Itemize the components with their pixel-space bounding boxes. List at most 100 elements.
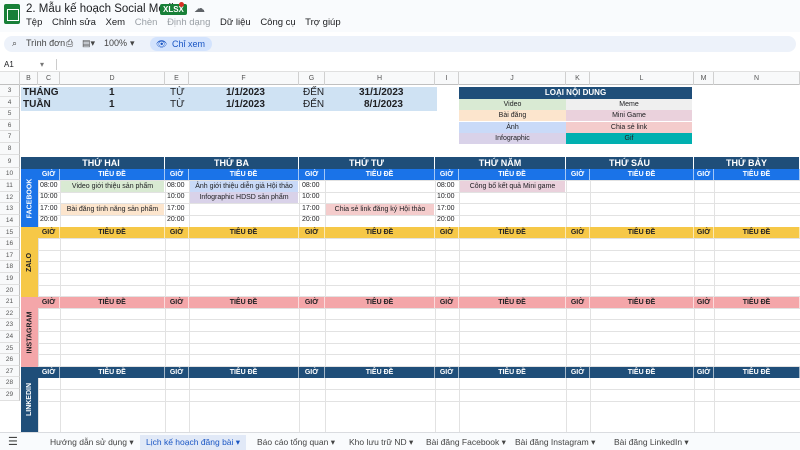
row-header[interactable]: 18: [0, 261, 20, 273]
row-header[interactable]: 7: [0, 131, 20, 143]
column-header[interactable]: E: [165, 72, 189, 85]
zoom-select[interactable]: 100%: [104, 38, 127, 48]
print-icon[interactable]: ⎙: [66, 38, 73, 49]
sheet-tab[interactable]: Bài đăng Instagram ▾: [515, 435, 595, 450]
menu-tools[interactable]: Công cụ: [260, 17, 295, 28]
row-header[interactable]: 28: [0, 377, 20, 389]
row-header[interactable]: 27: [0, 366, 20, 377]
fb-tue-time-3[interactable]: 17:00: [167, 204, 185, 214]
menu-help[interactable]: Trợ giúp: [305, 17, 340, 28]
fb-thu-time-1[interactable]: 08:00: [437, 181, 455, 191]
fb-tue-title-2[interactable]: Infographic HDSD sản phẩm: [190, 192, 298, 203]
menu-data[interactable]: Dữ liệu: [220, 17, 251, 28]
row-header[interactable]: 29: [0, 389, 20, 401]
row-header[interactable]: 24: [0, 331, 20, 343]
fb-thu-time-2[interactable]: 10:00: [437, 192, 455, 202]
fb-wed-title-3[interactable]: Chia sẻ link đăng ký Hội thảo: [326, 204, 434, 215]
column-header[interactable]: L: [590, 72, 694, 85]
menu-view[interactable]: Xem: [106, 17, 126, 28]
fb-wed-time-4[interactable]: 20:00: [302, 215, 320, 225]
time-column-header: GIỜ: [435, 367, 459, 378]
row-header[interactable]: 15: [0, 227, 20, 238]
row-header[interactable]: 9: [0, 155, 20, 168]
document-title[interactable]: 2. Mẫu kế hoạch Social Media: [26, 3, 180, 15]
column-header[interactable]: I: [435, 72, 459, 85]
fb-thu-time-4[interactable]: 20:00: [437, 215, 455, 225]
sheet-tab[interactable]: Bài đăng Facebook ▾: [426, 435, 506, 450]
row-header[interactable]: 23: [0, 319, 20, 331]
cloud-status-icon[interactable]: ☁: [194, 2, 205, 15]
fb-mon-time-3[interactable]: 17:00: [40, 204, 58, 214]
fb-mon-title-3[interactable]: Bài đăng tính năng sản phẩm: [61, 204, 164, 215]
column-header[interactable]: H: [325, 72, 435, 85]
fb-tue-time-4[interactable]: 20:00: [167, 215, 185, 225]
column-header[interactable]: G: [299, 72, 325, 85]
all-sheets-icon[interactable]: ☰: [8, 435, 18, 450]
fb-tue-time-2[interactable]: 10:00: [167, 192, 185, 202]
row-header[interactable]: 19: [0, 273, 20, 285]
row-header[interactable]: 10: [0, 168, 20, 180]
grid-line: [38, 308, 800, 309]
view-only-button[interactable]: 👁 Chỉ xem: [150, 37, 212, 51]
fb-thu-time-3[interactable]: 17:00: [437, 204, 455, 214]
row-header[interactable]: 3: [0, 85, 20, 97]
row-header[interactable]: 11: [0, 180, 20, 192]
time-column-header: GIỜ: [694, 297, 714, 308]
time-column-header: GIỜ: [299, 297, 325, 308]
row-header[interactable]: 4: [0, 97, 20, 108]
row-header[interactable]: 26: [0, 354, 20, 366]
toolbar: ⌕ Trình đơn ⎙ ▤▾ 100% ▾ 👁 Chỉ xem: [4, 36, 796, 52]
menu-file[interactable]: Tệp: [26, 17, 42, 28]
sheet-tab[interactable]: Kho lưu trữ ND ▾: [349, 435, 413, 450]
row-header[interactable]: 25: [0, 343, 20, 354]
row-header[interactable]: 5: [0, 108, 20, 120]
row-header[interactable]: 14: [0, 215, 20, 227]
grid-line: [38, 343, 800, 344]
row-header[interactable]: 13: [0, 203, 20, 215]
sheet-tab[interactable]: Báo cáo tổng quan ▾: [257, 435, 335, 450]
row-header[interactable]: 21: [0, 296, 20, 308]
select-all-corner[interactable]: [0, 72, 20, 85]
chevron-down-icon[interactable]: ▾: [130, 38, 135, 49]
menu-insert[interactable]: Chèn: [135, 17, 158, 28]
row-header[interactable]: 16: [0, 238, 20, 250]
column-header[interactable]: C: [38, 72, 60, 85]
fb-mon-time-4[interactable]: 20:00: [40, 215, 58, 225]
grid-line: [38, 401, 800, 402]
column-header[interactable]: D: [60, 72, 165, 85]
row-header[interactable]: 17: [0, 250, 20, 261]
column-header[interactable]: M: [694, 72, 714, 85]
search-icon[interactable]: ⌕: [12, 38, 17, 49]
menu-edit[interactable]: Chỉnh sửa: [52, 17, 96, 28]
column-header[interactable]: N: [714, 72, 800, 85]
fb-mon-time-2[interactable]: 10:00: [40, 192, 58, 202]
row-header[interactable]: 6: [0, 120, 20, 131]
fb-thu-title-1[interactable]: Công bố kết quả Mini game: [460, 181, 565, 192]
fb-wed-time-3[interactable]: 17:00: [302, 204, 320, 214]
row-header[interactable]: 20: [0, 285, 20, 296]
row-header[interactable]: 22: [0, 308, 20, 319]
paint-format-icon[interactable]: ▤▾: [82, 38, 95, 49]
row-header[interactable]: 12: [0, 192, 20, 203]
fb-wed-time-1[interactable]: 08:00: [302, 181, 320, 191]
column-header[interactable]: B: [20, 72, 38, 85]
column-header[interactable]: F: [189, 72, 299, 85]
fb-wed-time-2[interactable]: 10:00: [302, 192, 320, 202]
fb-tue-time-1[interactable]: 08:00: [167, 181, 185, 191]
fb-mon-time-1[interactable]: 08:00: [40, 181, 58, 191]
column-header[interactable]: J: [459, 72, 566, 85]
column-header[interactable]: K: [566, 72, 590, 85]
sheet-tab[interactable]: Hướng dẫn sử dụng ▾: [50, 435, 134, 450]
fb-tue-title-1[interactable]: Ảnh giới thiệu diễn giả Hội thảo: [190, 181, 298, 192]
cell-reference[interactable]: A1: [4, 60, 14, 69]
sheet-tab-active[interactable]: Lịch kế hoạch đăng bài ▾: [140, 435, 247, 450]
sheets-logo-icon[interactable]: [4, 4, 20, 24]
menu-format[interactable]: Định dạng: [167, 17, 210, 28]
menu-search[interactable]: Trình đơn: [26, 38, 65, 48]
row-header[interactable]: 8: [0, 143, 20, 155]
chevron-down-icon[interactable]: ▾: [40, 60, 44, 69]
fb-mon-title-1[interactable]: Video giới thiệu sản phẩm: [61, 181, 164, 192]
sheet-tab-label: Kho lưu trữ ND: [349, 437, 407, 447]
sheet-tab[interactable]: Bài đăng LinkedIn ▾: [614, 435, 689, 450]
time-column-header: GIỜ: [165, 367, 189, 378]
